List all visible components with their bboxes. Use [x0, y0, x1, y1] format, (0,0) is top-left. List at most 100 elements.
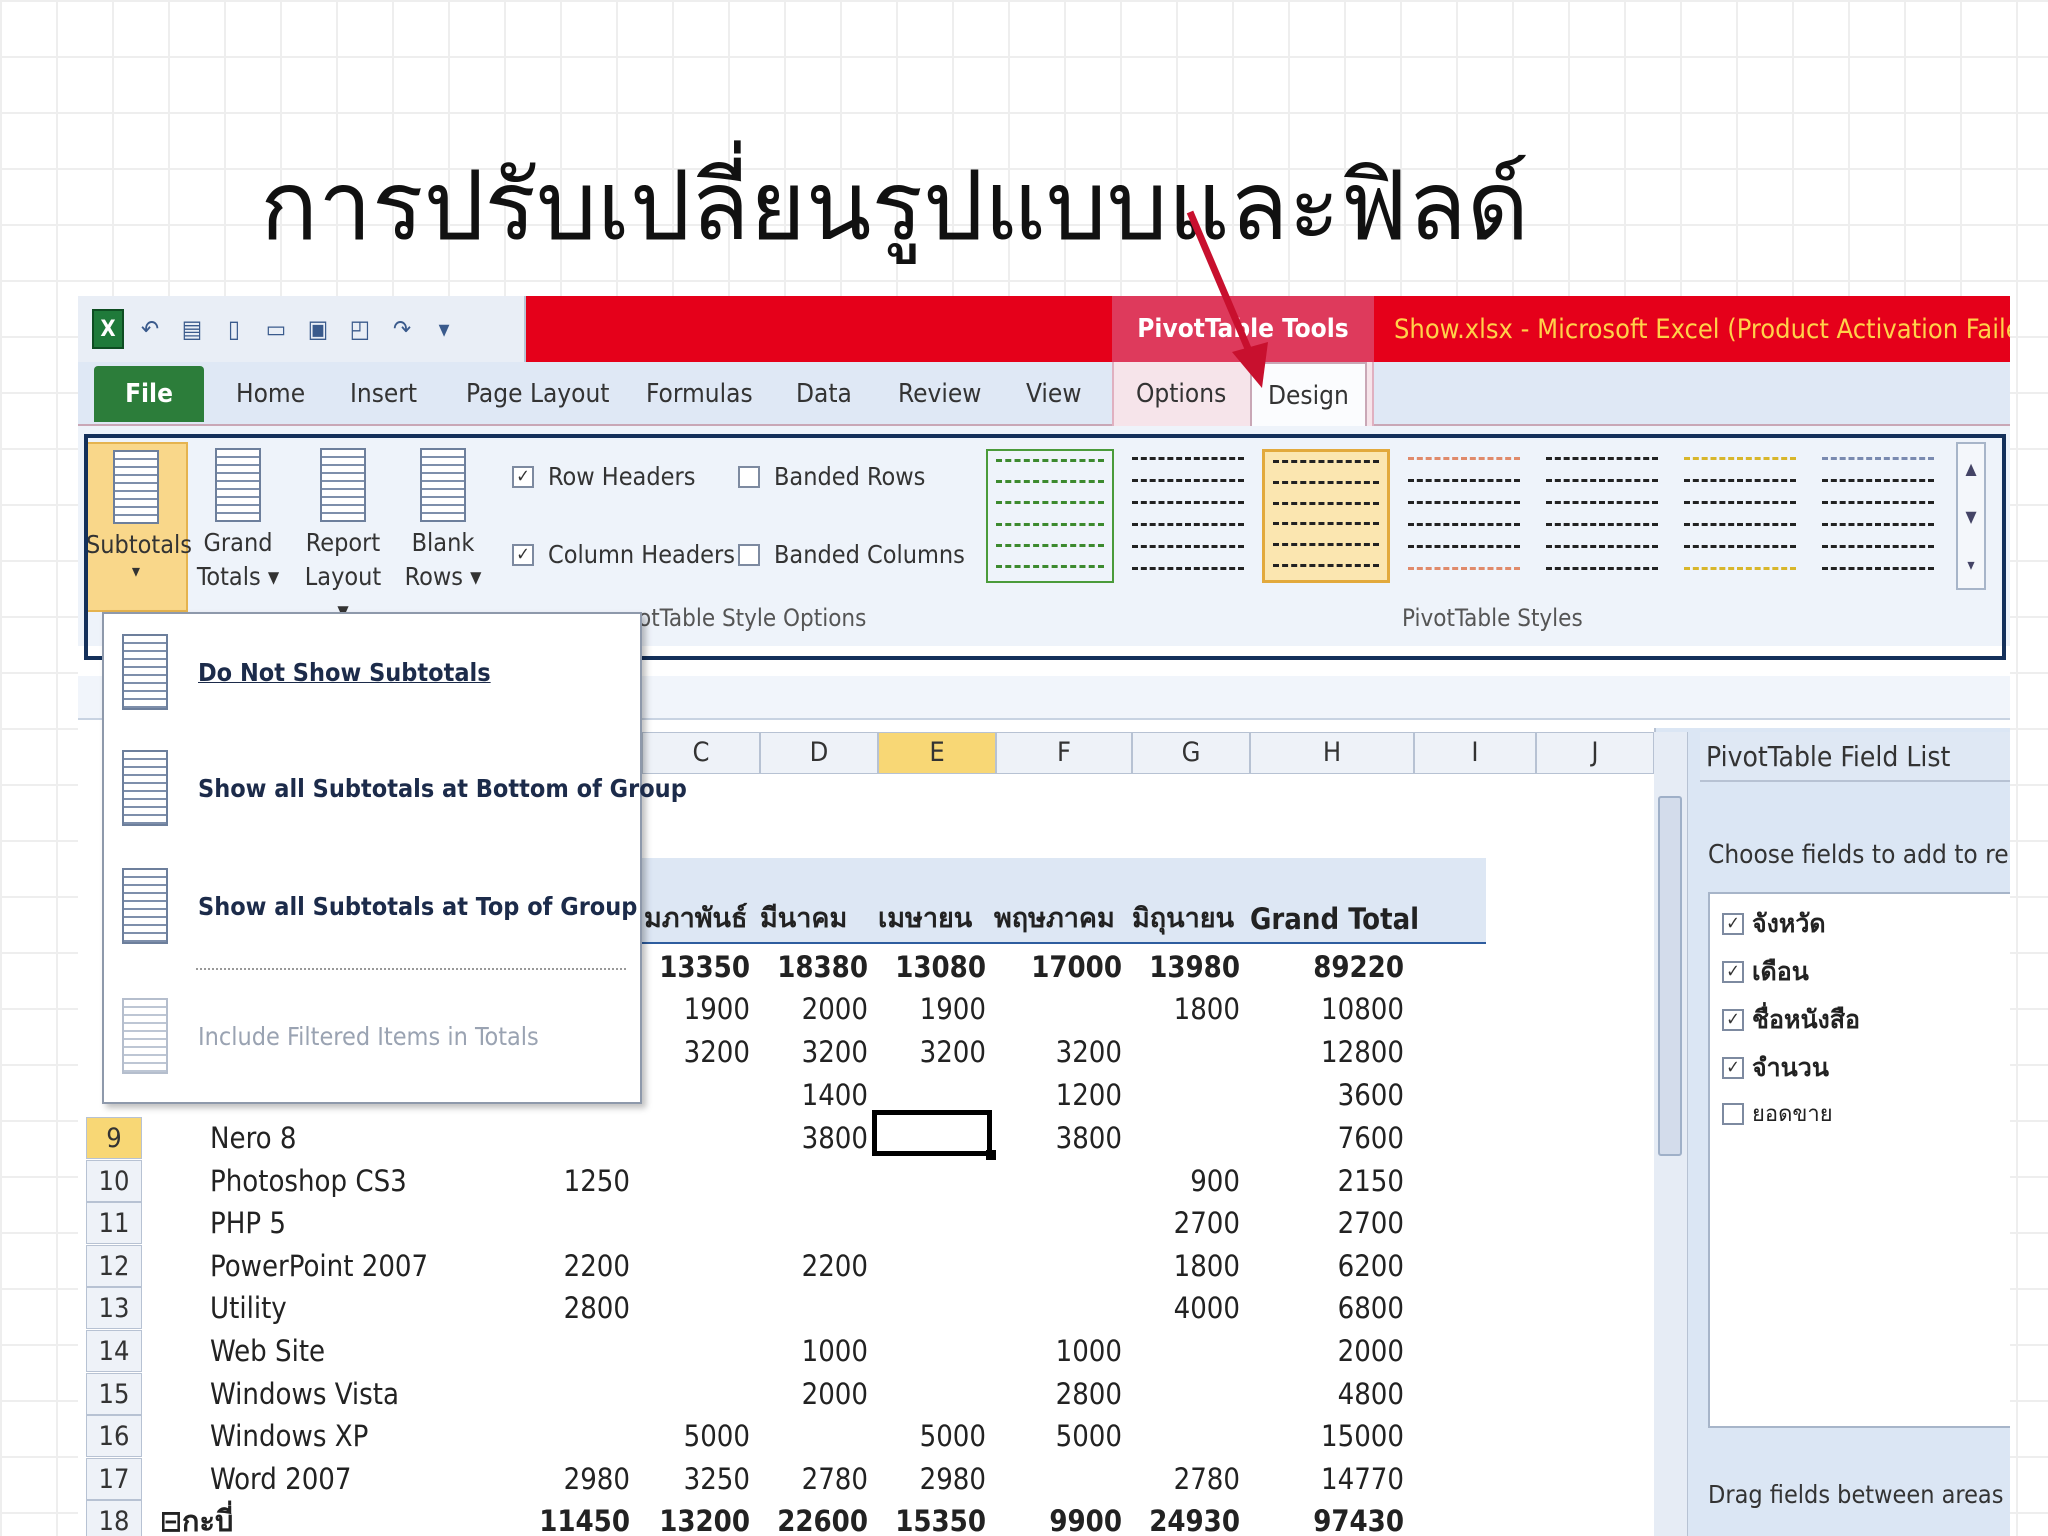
pivot-header-jun[interactable]: มิถุนายน	[1132, 898, 1234, 940]
pivot-cell[interactable]: 1900	[642, 988, 750, 1030]
field-item[interactable]: ✓ จังหวัด	[1722, 904, 1826, 944]
column-header-f[interactable]: F	[996, 732, 1132, 774]
pivot-cell[interactable]: 13200	[642, 1500, 750, 1536]
column-header-g[interactable]: G	[1132, 732, 1250, 774]
undo-icon[interactable]: ↶	[134, 311, 166, 347]
pivot-cell[interactable]: 900	[1132, 1160, 1240, 1202]
field-item[interactable]: ✓ ชื่อหนังสือ	[1722, 1000, 1860, 1040]
pivot-cell-b[interactable]: 1250	[524, 1160, 630, 1202]
row-label[interactable]: PHP 5	[210, 1202, 520, 1244]
field-item[interactable]: ยอดขาย	[1722, 1096, 1833, 1131]
print-preview-icon[interactable]: ◰	[344, 311, 376, 347]
redo-icon[interactable]: ↷	[386, 311, 418, 347]
row-label[interactable]: Web Site	[210, 1330, 520, 1372]
active-cell-e9[interactable]	[872, 1110, 996, 1160]
pivot-cell[interactable]: 3200	[760, 1031, 868, 1073]
column-header-e[interactable]: E	[878, 732, 996, 774]
open-folder-icon[interactable]: ▭	[260, 311, 292, 347]
pivot-cell[interactable]: 1800	[1132, 1245, 1240, 1287]
save-icon[interactable]: ▣	[302, 311, 334, 347]
row-header[interactable]: 12	[86, 1244, 142, 1287]
row-header[interactable]: 14	[86, 1330, 142, 1372]
field-item[interactable]: ✓ จำนวน	[1722, 1048, 1829, 1088]
row-header[interactable]: 9	[86, 1117, 142, 1159]
pivot-cell[interactable]: 1900	[878, 988, 986, 1030]
pivot-header-mar[interactable]: มีนาคม	[760, 898, 847, 940]
pivot-cell[interactable]: 15000	[1250, 1415, 1404, 1457]
tab-file[interactable]: File	[94, 366, 204, 422]
pivot-cell[interactable]: 9900	[996, 1500, 1122, 1536]
pivot-cell[interactable]: 3250	[642, 1458, 750, 1500]
field-checkbox[interactable]: ✓	[1722, 913, 1744, 935]
row-label[interactable]: Word 2007	[210, 1458, 520, 1500]
field-checkbox[interactable]: ✓	[1722, 961, 1744, 983]
row-header[interactable]: 18	[86, 1500, 142, 1536]
row-label[interactable]: Nero 8	[210, 1117, 520, 1159]
tab-design[interactable]: Design	[1250, 362, 1367, 428]
column-header-d[interactable]: D	[760, 732, 878, 774]
tab-review[interactable]: Review	[898, 362, 981, 426]
customize-qat-icon[interactable]: ▾	[428, 311, 460, 347]
pivot-cell[interactable]: 4800	[1250, 1373, 1404, 1415]
pivot-cell[interactable]: 6200	[1250, 1245, 1404, 1287]
tab-view[interactable]: View	[1026, 362, 1081, 426]
new-file-icon[interactable]: ▯	[218, 311, 250, 347]
group-total-cell[interactable]: 89220	[1250, 946, 1404, 988]
pivot-cell[interactable]: 2700	[1132, 1202, 1240, 1244]
pivot-cell[interactable]: 10800	[1250, 988, 1404, 1030]
row-label[interactable]: PowerPoint 2007	[210, 1245, 520, 1287]
pivot-cell[interactable]: 5000	[878, 1415, 986, 1457]
pivot-cell[interactable]: 15350	[878, 1500, 986, 1536]
pivot-cell[interactable]: 3200	[878, 1031, 986, 1073]
row-label[interactable]: Windows Vista	[210, 1373, 520, 1415]
scroll-thumb[interactable]	[1658, 796, 1682, 1156]
tab-home[interactable]: Home	[236, 362, 305, 426]
pivot-cell[interactable]: 12800	[1250, 1031, 1404, 1073]
pivot-cell[interactable]: 4000	[1132, 1287, 1240, 1329]
group-total-cell[interactable]: 13980	[1132, 946, 1240, 988]
pivot-cell[interactable]: 3200	[642, 1031, 750, 1073]
row-header[interactable]: 11	[86, 1202, 142, 1245]
pivot-cell[interactable]: 2780	[1132, 1458, 1240, 1500]
pivot-cell[interactable]: 7600	[1250, 1117, 1404, 1159]
field-checkbox[interactable]	[1722, 1102, 1744, 1125]
tab-formulas[interactable]: Formulas	[646, 362, 753, 426]
pivot-cell-b[interactable]: 11450	[524, 1500, 630, 1536]
pivot-cell[interactable]: 3800	[760, 1117, 868, 1159]
pivot-header-grand-total[interactable]: Grand Total	[1250, 898, 1419, 940]
group-total-cell[interactable]: 13080	[878, 946, 986, 988]
column-header-h[interactable]: H	[1250, 732, 1414, 774]
pivot-cell[interactable]: 1000	[760, 1330, 868, 1372]
menu-subtotals-bottom[interactable]: Show all Subtotals at Bottom of Group	[122, 750, 687, 826]
column-header-j[interactable]: J	[1536, 732, 1654, 774]
tab-data[interactable]: Data	[796, 362, 852, 426]
pivot-cell-b[interactable]: 2800	[524, 1287, 630, 1329]
pivot-cell[interactable]: 2200	[760, 1245, 868, 1287]
pivot-cell[interactable]: 2000	[1250, 1330, 1404, 1372]
row-label[interactable]: Photoshop CS3	[210, 1160, 520, 1202]
pivot-cell[interactable]: 2780	[760, 1458, 868, 1500]
pivot-cell-b[interactable]: 2200	[524, 1245, 630, 1287]
pivot-cell[interactable]: 1800	[1132, 988, 1240, 1030]
pivot-cell[interactable]: 5000	[642, 1415, 750, 1457]
pivot-cell[interactable]: 1400	[760, 1074, 868, 1116]
pivot-cell[interactable]: 2000	[760, 988, 868, 1030]
tab-insert[interactable]: Insert	[350, 362, 417, 426]
field-checkbox[interactable]: ✓	[1722, 1009, 1744, 1031]
column-header-i[interactable]: I	[1414, 732, 1536, 774]
pivot-cell[interactable]: 3600	[1250, 1074, 1404, 1116]
pivot-cell[interactable]: 97430	[1250, 1500, 1404, 1536]
pivot-cell[interactable]: 24930	[1132, 1500, 1240, 1536]
row-header[interactable]: 17	[86, 1457, 142, 1500]
paste-icon[interactable]: ▤	[176, 311, 208, 347]
pivot-cell[interactable]: 2700	[1250, 1202, 1404, 1244]
row-label[interactable]: ⊟กะบี่	[160, 1500, 470, 1536]
pivot-cell[interactable]: 3800	[996, 1117, 1122, 1159]
row-label[interactable]: Utility	[210, 1287, 520, 1329]
pivot-header-apr[interactable]: เมษายน	[878, 898, 972, 940]
pivot-cell[interactable]: 1200	[996, 1074, 1122, 1116]
menu-subtotals-top[interactable]: Show all Subtotals at Top of Group	[122, 868, 637, 944]
pivot-cell[interactable]: 14770	[1250, 1458, 1404, 1500]
tab-page-layout[interactable]: Page Layout	[466, 362, 609, 426]
sheet-vertical-scrollbar[interactable]	[1654, 732, 1688, 1536]
